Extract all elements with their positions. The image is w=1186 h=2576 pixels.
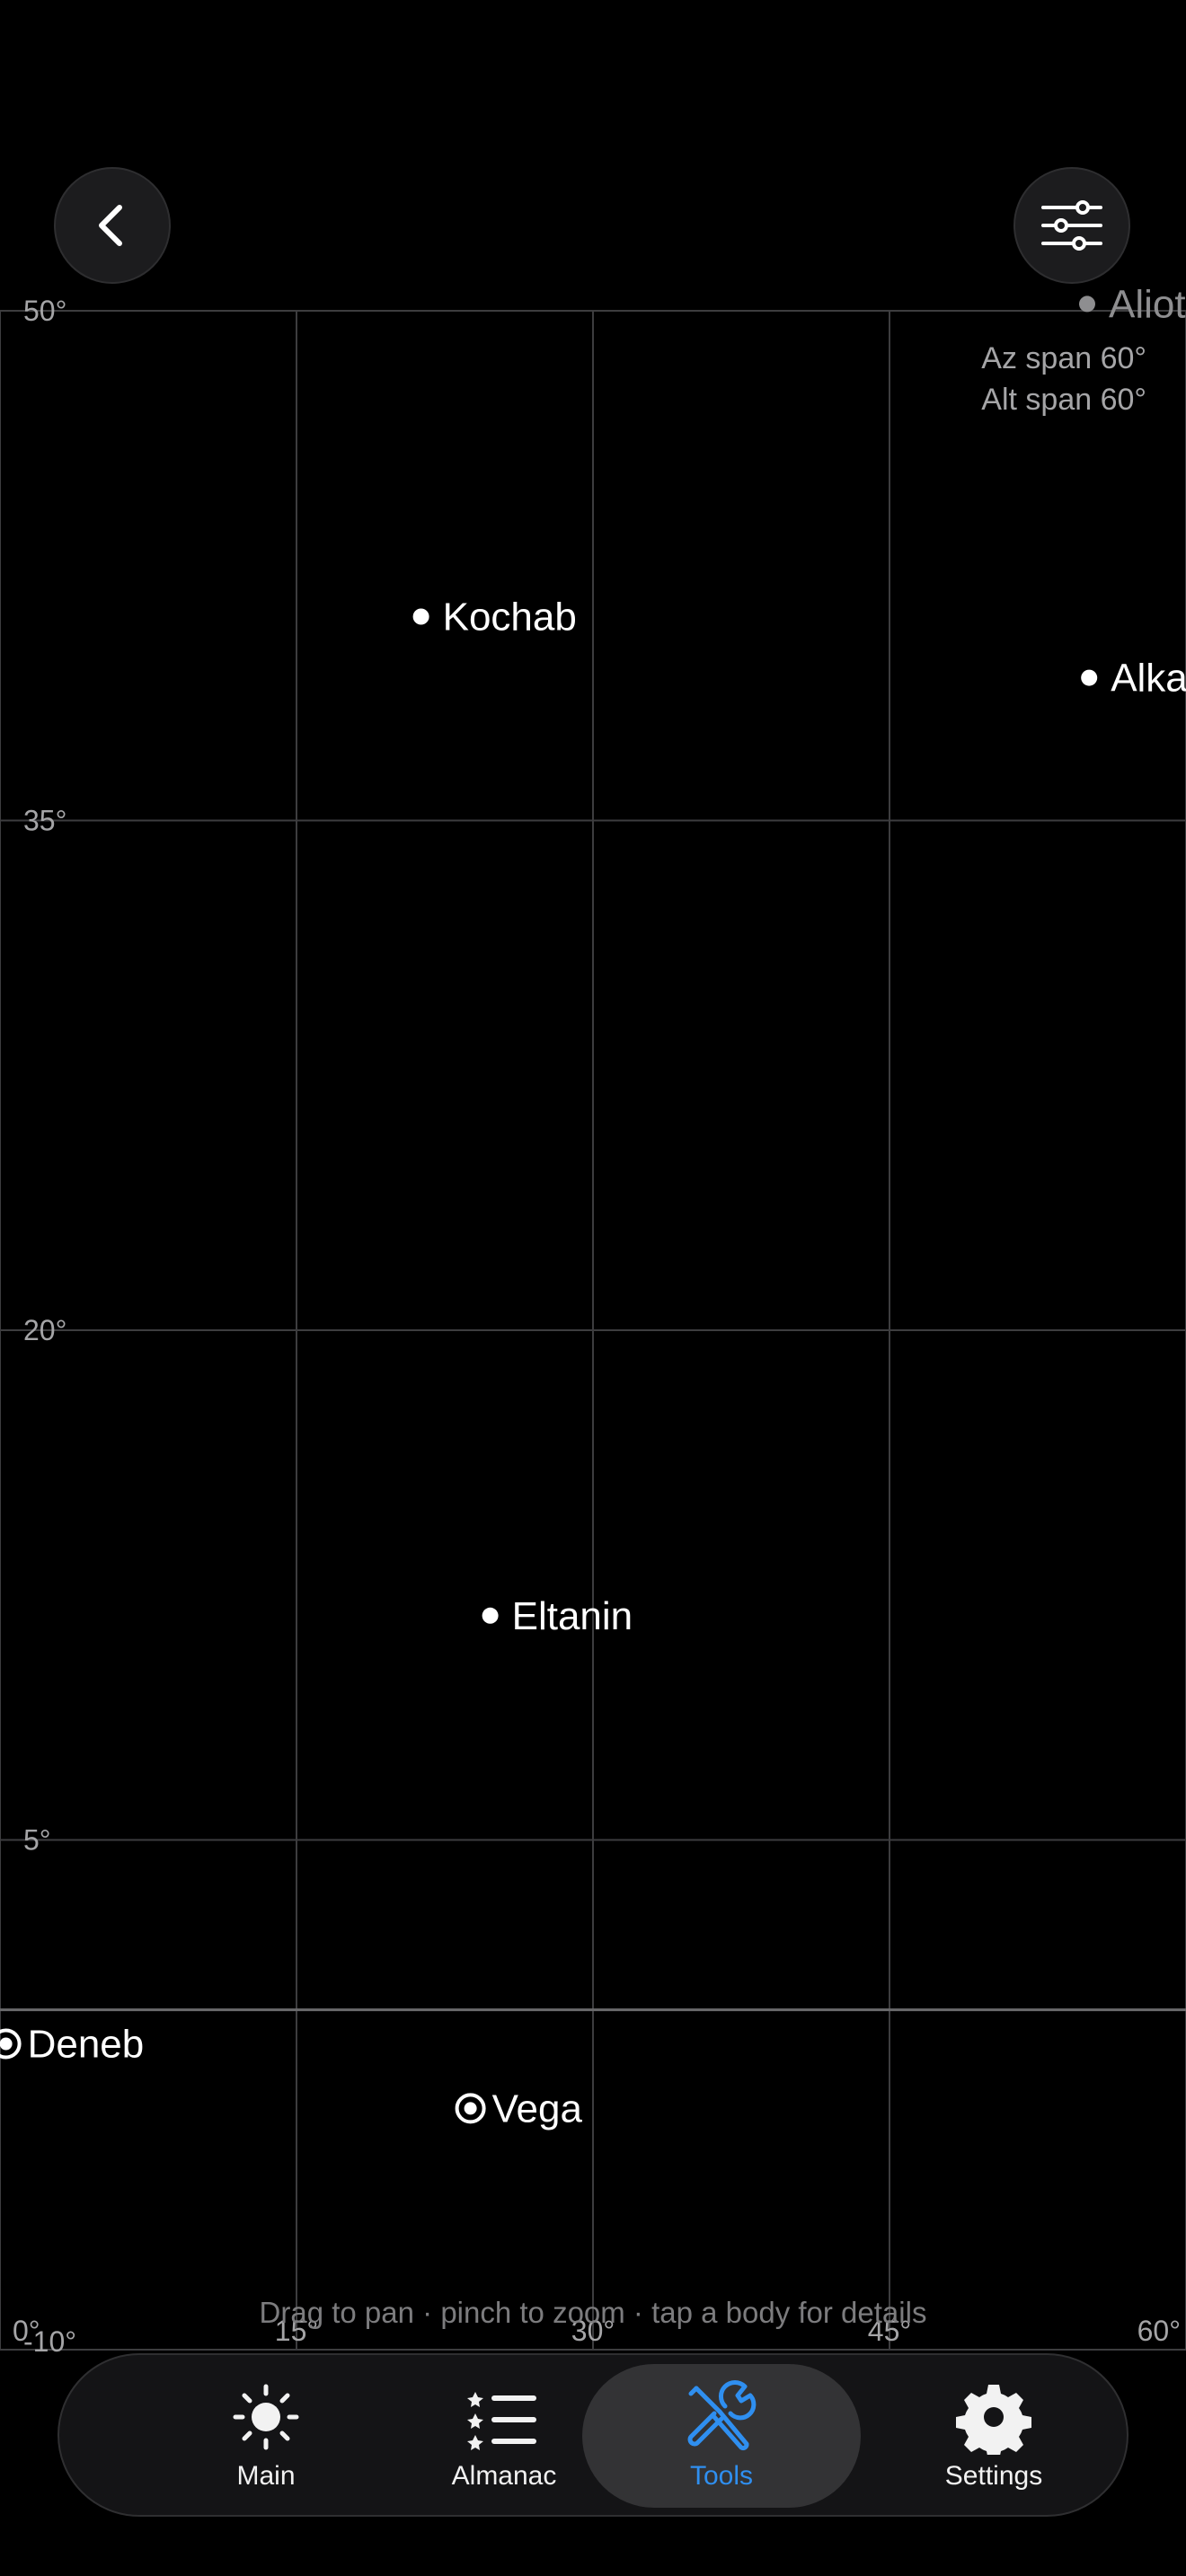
star-label: Alka	[1111, 657, 1186, 701]
star-eltanin[interactable]: Eltanin	[482, 1594, 633, 1638]
star-label: Vega	[492, 2086, 583, 2130]
tab-main[interactable]: Main	[124, 2364, 408, 2508]
az-span-label: Az span 60°	[981, 341, 1146, 375]
azimuth-tick-label: 45°	[868, 2315, 911, 2347]
altitude-tick-label: 20°	[23, 1314, 66, 1346]
altitude-tick-label: 50°	[23, 295, 66, 327]
star-marker	[412, 608, 429, 625]
azimuth-tick-label: 15°	[275, 2315, 318, 2347]
sky-plot[interactable]: 0°15°30°45°60°50°35°20°5°-10° AliothKoch…	[0, 282, 1186, 2358]
star-deneb[interactable]: Deneb	[0, 2023, 144, 2067]
star-label: Kochab	[443, 595, 577, 640]
alt-span-label: Alt span 60°	[981, 383, 1146, 417]
star-label: Deneb	[28, 2023, 145, 2067]
sliders-icon	[1041, 200, 1102, 251]
chevron-left-icon	[99, 205, 122, 246]
tools-icon	[687, 2379, 757, 2451]
star-alka[interactable]: Alka	[1081, 657, 1186, 701]
gear-icon	[956, 2385, 1031, 2455]
star-kochab[interactable]: Kochab	[412, 595, 577, 640]
tab-tools[interactable]: Tools	[582, 2364, 861, 2508]
tab-tools-label: Tools	[689, 2461, 754, 2491]
altitude-tick-label: 5°	[23, 1824, 51, 1857]
star-vega[interactable]: Vega	[455, 2086, 583, 2130]
tab-bar: Main Almanac Tools Settings	[58, 2353, 1128, 2517]
tab-almanac[interactable]: Almanac	[410, 2364, 598, 2508]
sky-plot-canvas[interactable]: 0°15°30°45°60°50°35°20°5°-10° AliothKoch…	[0, 282, 1186, 2358]
sun-icon	[233, 2384, 299, 2450]
filter-settings-button[interactable]	[1013, 167, 1130, 284]
tab-main-label: Main	[236, 2461, 296, 2491]
star-label: Eltanin	[512, 1594, 633, 1638]
tab-settings-label: Settings	[944, 2461, 1043, 2491]
azimuth-tick-label: 60°	[1137, 2315, 1181, 2347]
altitude-tick-label: -10°	[23, 2325, 76, 2358]
altitude-tick-label: 35°	[23, 805, 66, 837]
tab-almanac-label: Almanac	[451, 2461, 557, 2491]
star-marker	[482, 1607, 499, 1624]
star-marker-core	[0, 2037, 13, 2051]
list-icon	[467, 2392, 536, 2450]
star-label: Alioth	[1109, 282, 1186, 326]
tab-settings[interactable]: Settings	[895, 2364, 1093, 2508]
azimuth-tick-label: 30°	[571, 2315, 615, 2347]
back-button[interactable]	[54, 167, 171, 284]
star-marker	[1081, 669, 1098, 686]
star-marker-core	[464, 2102, 477, 2115]
star-marker	[1079, 296, 1095, 313]
star-alioth[interactable]: Alioth	[1079, 282, 1186, 326]
